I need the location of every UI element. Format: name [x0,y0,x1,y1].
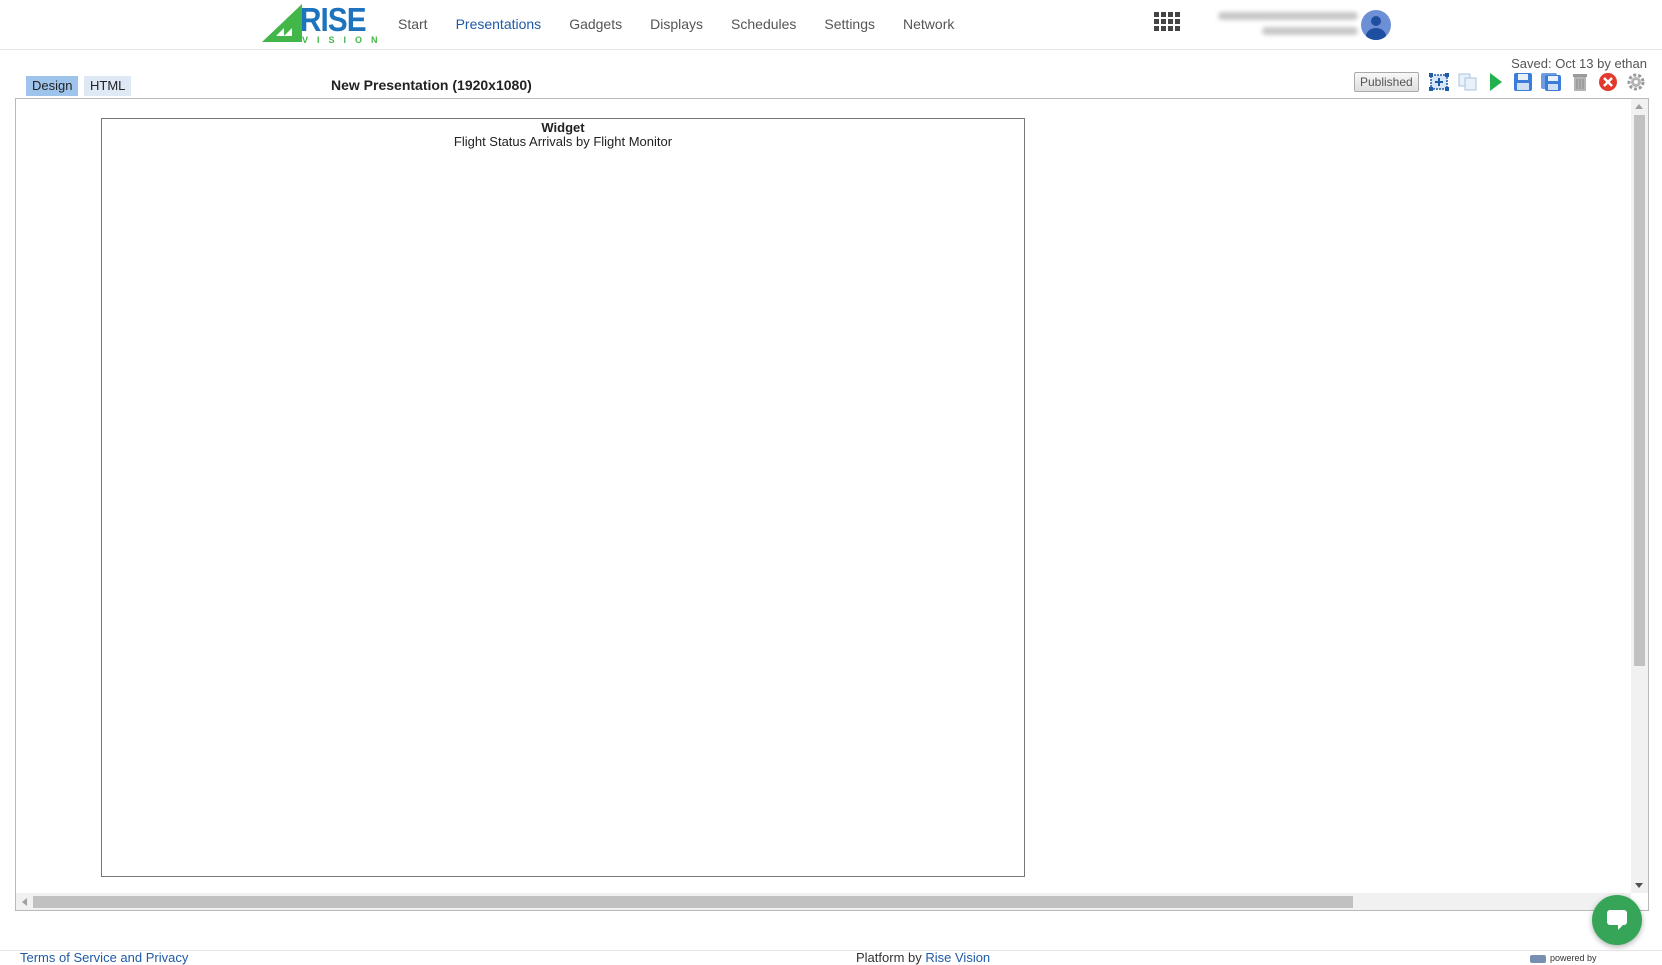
nav-presentations[interactable]: Presentations [456,16,542,32]
presentation-title: New Presentation (1920x1080) [331,77,532,93]
published-status-button[interactable]: Published [1354,72,1419,92]
nav-gadgets[interactable]: Gadgets [569,16,622,32]
powered-by-logo-icon [1530,954,1546,963]
chat-bubble-icon [1607,910,1627,925]
scroll-down-arrow-icon[interactable] [1635,883,1643,888]
nav-displays[interactable]: Displays [650,16,703,32]
logo-triangle-icon [262,4,302,42]
vertical-scroll-thumb[interactable] [1634,115,1645,666]
user-account-info[interactable] [1210,10,1358,38]
widget-placeholder-subtitle: Flight Status Arrivals by Flight Monitor [453,134,673,149]
widget-placeholder-title: Widget [541,120,585,135]
scroll-up-arrow-icon[interactable] [1635,104,1643,109]
preview-play-icon[interactable] [1485,71,1507,93]
save-icon[interactable] [1512,71,1534,93]
logo-subtitle: VISION [302,35,387,45]
terms-link[interactable]: Terms of Service and Privacy [20,950,188,965]
tab-design[interactable]: Design [26,76,79,96]
rise-vision-logo[interactable]: RISE VISION [262,1,378,45]
rise-vision-link[interactable]: Rise Vision [925,950,990,965]
saved-status: Saved: Oct 13 by ethan [1511,56,1647,71]
top-navbar: RISE VISION Start Presentations Gadgets … [0,0,1662,50]
horizontal-scroll-thumb[interactable] [33,896,1353,908]
nav-start[interactable]: Start [398,16,428,32]
nav-settings[interactable]: Settings [824,16,875,32]
chat-support-button[interactable] [1592,895,1642,945]
powered-by-label: powered by [1550,953,1597,963]
close-icon[interactable] [1597,71,1619,93]
save-as-icon[interactable] [1540,71,1562,93]
user-email-blurred [1218,12,1358,20]
user-avatar-icon[interactable] [1361,10,1391,40]
tab-html[interactable]: HTML [84,76,132,96]
settings-gear-icon[interactable] [1625,71,1647,93]
main-nav: Start Presentations Gadgets Displays Sch… [398,16,982,32]
nav-network[interactable]: Network [903,16,954,32]
copy-icon[interactable] [1457,71,1479,93]
scroll-left-arrow-icon[interactable] [22,898,27,906]
placeholder-add-icon[interactable] [1428,71,1450,93]
logo-wordmark: RISE [300,1,367,38]
delete-trash-icon[interactable] [1569,71,1591,93]
platform-prefix: Platform by [856,950,922,965]
vertical-scrollbar[interactable] [1631,99,1648,893]
grid-apps-icon[interactable] [1154,12,1180,31]
widget-placeholder[interactable]: Widget Flight Status Arrivals by Flight … [101,118,1025,877]
nav-schedules[interactable]: Schedules [731,16,796,32]
platform-credit: Platform by Rise Vision [856,950,990,965]
powered-by: powered by [1530,953,1597,963]
footer-divider [0,950,1662,951]
user-company-blurred [1262,27,1358,35]
horizontal-scrollbar[interactable] [16,893,1631,910]
